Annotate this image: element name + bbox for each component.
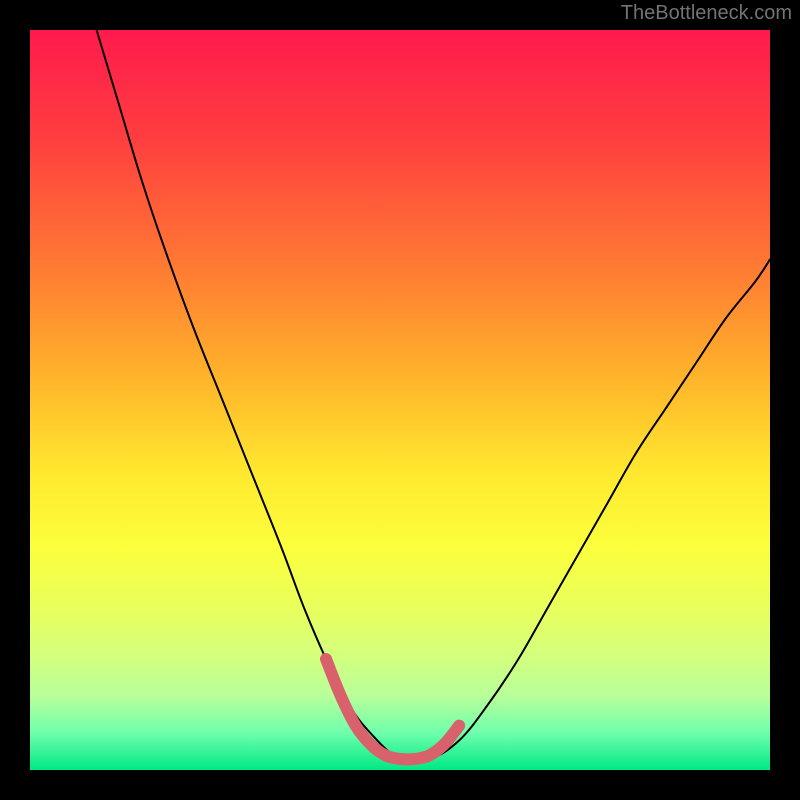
chart-svg [30,30,770,770]
plot-area [30,30,770,770]
watermark-text: TheBottleneck.com [621,2,792,25]
bottleneck-curve-path [97,30,770,762]
chart-frame: TheBottleneck.com [0,0,800,800]
optimal-region-highlight-path [326,659,459,759]
